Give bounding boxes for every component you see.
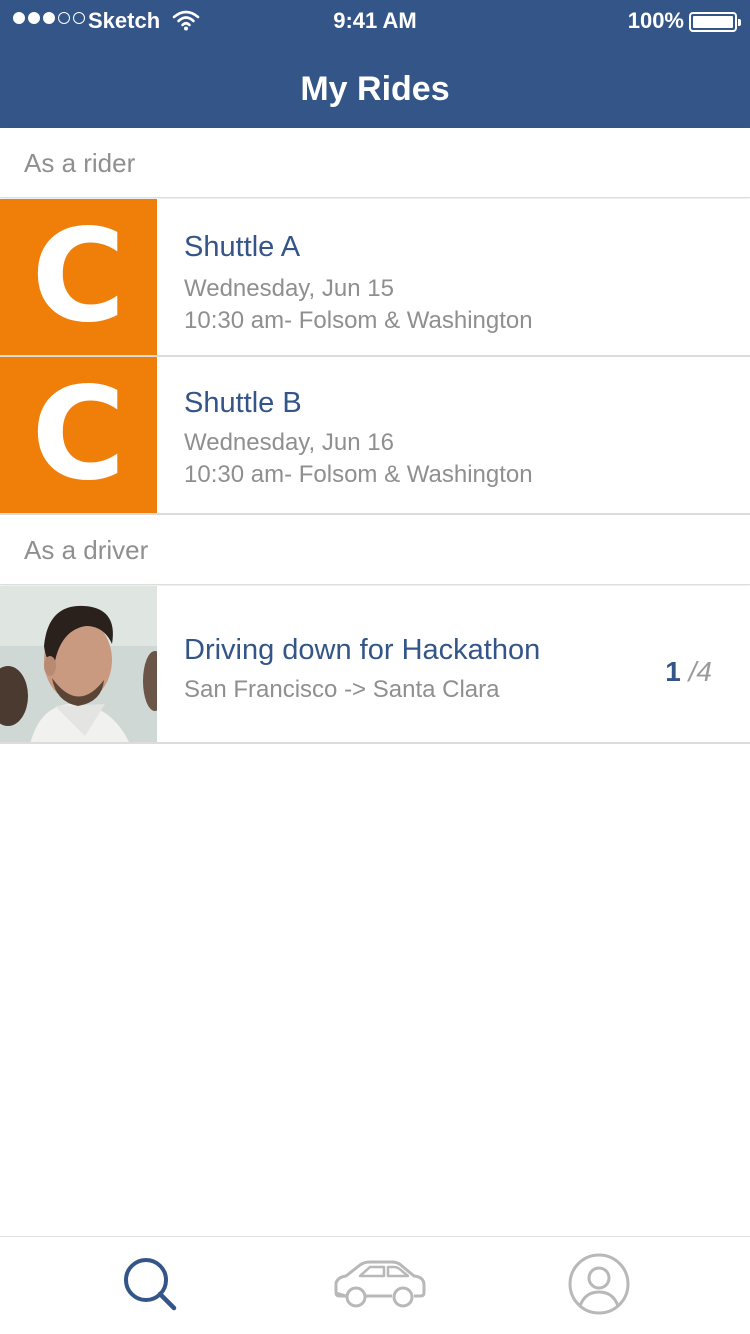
page-title: My Rides <box>300 70 450 108</box>
ride-time-location: 10:30 am- Folsom & Washington <box>184 461 533 488</box>
ride-time-location: 10:30 am- Folsom & Washington <box>184 307 533 334</box>
ride-date: Wednesday, Jun 15 <box>184 275 394 302</box>
search-icon <box>120 1256 180 1317</box>
ride-row-shuttle-b[interactable]: C Shuttle B Wednesday, Jun 16 10:30 am- … <box>0 357 750 515</box>
status-bar: Sketch 9:41 AM 100% <box>0 0 750 40</box>
ride-route: San Francisco -> Santa Clara <box>184 676 500 703</box>
section-header-driver: As a driver <box>0 515 750 585</box>
car-icon <box>330 1259 430 1314</box>
company-logo: C <box>0 357 157 513</box>
tab-profile[interactable] <box>544 1249 654 1323</box>
ride-title: Shuttle A <box>184 231 301 263</box>
ride-date: Wednesday, Jun 16 <box>184 429 394 456</box>
section-header-rider: As a rider <box>0 128 750 198</box>
ride-row-shuttle-a[interactable]: C Shuttle A Wednesday, Jun 15 10:30 am- … <box>0 199 750 357</box>
tab-bar <box>0 1236 750 1334</box>
driver-avatar <box>0 586 157 742</box>
ride-title: Shuttle B <box>184 387 302 419</box>
tab-search[interactable] <box>95 1249 205 1323</box>
battery-percentage: 100% <box>627 8 684 33</box>
tab-my-rides[interactable] <box>325 1249 435 1323</box>
navigation-header: Sketch 9:41 AM 100% My Rides <box>0 0 750 128</box>
seats-taken: 1 <box>665 656 681 687</box>
seat-count: 1 /4 <box>665 656 712 688</box>
battery-icon <box>689 12 741 32</box>
profile-icon <box>567 1252 631 1321</box>
ride-row-hackathon[interactable]: Driving down for Hackathon San Francisco… <box>0 586 750 744</box>
company-logo: C <box>0 199 157 355</box>
seats-total: /4 <box>688 656 712 687</box>
ride-title: Driving down for Hackathon <box>184 634 541 666</box>
